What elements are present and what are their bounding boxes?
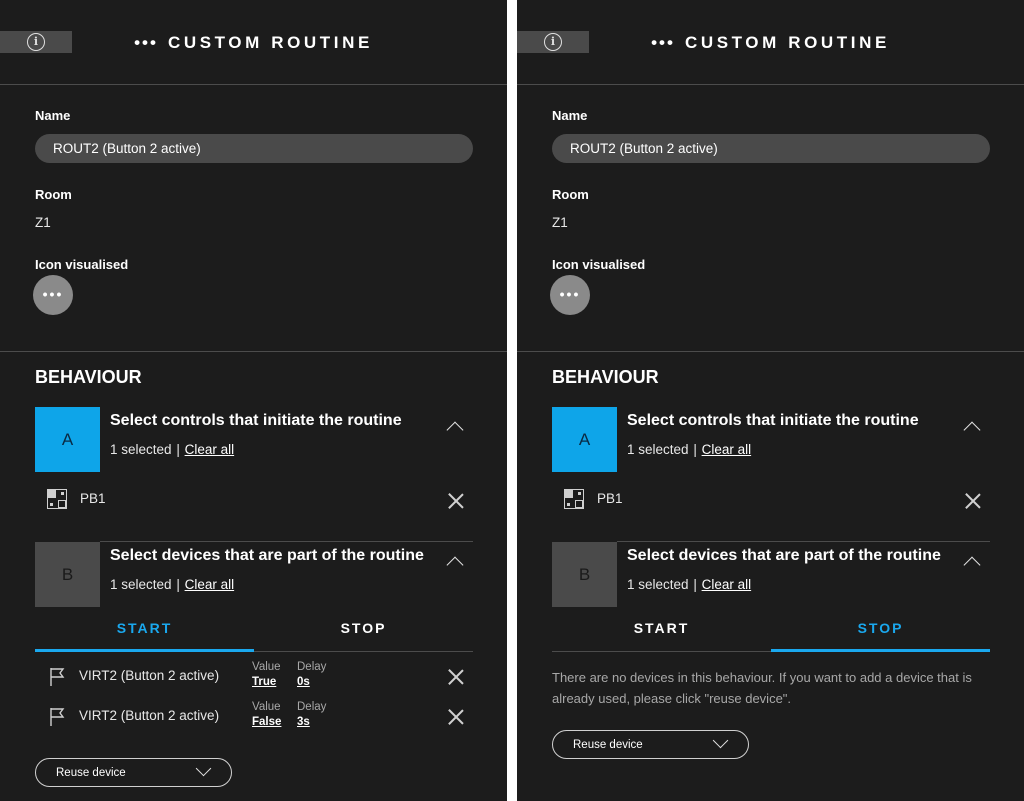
remove-device-button[interactable]	[448, 669, 464, 685]
pushbutton-icon	[564, 489, 584, 509]
page-title: ••• CUSTOM ROUTINE	[517, 33, 1024, 53]
separator: |	[176, 442, 180, 457]
icon-visualised-label: Icon visualised	[552, 257, 646, 272]
divider	[0, 84, 507, 85]
name-label: Name	[35, 108, 71, 123]
separator: |	[176, 577, 180, 592]
reuse-device-label: Reuse device	[573, 738, 643, 751]
chevron-up-icon[interactable]	[963, 556, 981, 574]
divider	[100, 541, 473, 542]
page-title-text: CUSTOM ROUTINE	[167, 33, 373, 52]
chevron-up-icon[interactable]	[446, 556, 464, 574]
name-label: Name	[552, 108, 588, 123]
divider	[617, 541, 990, 542]
tab-stop[interactable]: STOP	[254, 620, 473, 636]
section-b-status: 1 selected | Clear all	[110, 577, 234, 592]
remove-control-button[interactable]	[965, 493, 981, 509]
routine-panel-stop: i •••CUSTOM ROUTINE Name Room Z1 Icon vi…	[517, 0, 1024, 801]
name-input[interactable]	[35, 134, 473, 163]
divider	[0, 351, 507, 352]
separator: |	[693, 577, 697, 592]
section-a-title: Select controls that initiate the routin…	[110, 412, 402, 429]
separator: |	[693, 442, 697, 457]
behaviour-heading: BEHAVIOUR	[35, 367, 142, 387]
tab-start[interactable]: START	[35, 620, 254, 636]
page-title-text: CUSTOM ROUTINE	[684, 33, 890, 52]
device-name: VIRT2 (Button 2 active)	[79, 708, 220, 723]
room-value: Z1	[552, 215, 568, 230]
selected-count: 1 selected	[627, 577, 689, 592]
more-dots-icon[interactable]: •••	[134, 33, 158, 52]
active-tab-indicator	[771, 649, 990, 652]
chevron-down-icon	[195, 760, 212, 777]
remove-control-button[interactable]	[448, 493, 464, 509]
tab-stop[interactable]: STOP	[771, 620, 990, 636]
section-a-badge: A	[35, 407, 100, 472]
section-b-status: 1 selected | Clear all	[627, 577, 751, 592]
section-b-title: Select devices that are part of the rout…	[627, 547, 941, 564]
icon-visualised-label: Icon visualised	[35, 257, 129, 272]
chevron-up-icon[interactable]	[446, 421, 464, 439]
section-b-badge: B	[552, 542, 617, 607]
chevron-down-icon	[712, 732, 729, 749]
value-link[interactable]: False	[252, 716, 281, 728]
control-item-label: PB1	[80, 491, 106, 506]
icon-picker-button[interactable]: •••	[33, 275, 73, 315]
clear-all-link[interactable]: Clear all	[185, 577, 235, 592]
icon-picker-button[interactable]: •••	[550, 275, 590, 315]
selected-count: 1 selected	[627, 442, 689, 457]
remove-device-button[interactable]	[448, 709, 464, 725]
value-link[interactable]: True	[252, 676, 276, 688]
room-value: Z1	[35, 215, 51, 230]
section-b-title: Select devices that are part of the rout…	[110, 547, 424, 564]
behaviour-heading: BEHAVIOUR	[552, 367, 659, 387]
room-label: Room	[35, 187, 72, 202]
delay-label: Delay	[297, 701, 327, 713]
room-label: Room	[552, 187, 589, 202]
section-a-status: 1 selected | Clear all	[627, 442, 751, 457]
divider	[517, 84, 1024, 85]
divider	[517, 351, 1024, 352]
delay-link[interactable]: 3s	[297, 716, 310, 728]
value-label: Value	[252, 701, 281, 713]
value-label: Value	[252, 661, 281, 673]
more-dots-icon[interactable]: •••	[651, 33, 675, 52]
reuse-device-dropdown[interactable]: Reuse device	[552, 730, 749, 759]
routine-panel-start: i •••CUSTOM ROUTINE Name Room Z1 Icon vi…	[0, 0, 507, 801]
delay-link[interactable]: 0s	[297, 676, 310, 688]
clear-all-link[interactable]: Clear all	[702, 577, 752, 592]
device-name: VIRT2 (Button 2 active)	[79, 668, 220, 683]
reuse-device-label: Reuse device	[56, 766, 126, 779]
page-title: ••• CUSTOM ROUTINE	[0, 33, 507, 53]
selected-count: 1 selected	[110, 442, 172, 457]
clear-all-link[interactable]: Clear all	[185, 442, 235, 457]
empty-devices-message: There are no devices in this behaviour. …	[552, 670, 972, 706]
section-a-status: 1 selected | Clear all	[110, 442, 234, 457]
delay-label: Delay	[297, 661, 327, 673]
reuse-device-dropdown[interactable]: Reuse device	[35, 758, 232, 787]
section-b-badge: B	[35, 542, 100, 607]
flag-icon	[50, 668, 65, 686]
chevron-up-icon[interactable]	[963, 421, 981, 439]
section-a-title: Select controls that initiate the routin…	[627, 412, 919, 429]
tab-start[interactable]: START	[552, 620, 771, 636]
active-tab-indicator	[35, 649, 254, 652]
pushbutton-icon	[47, 489, 67, 509]
selected-count: 1 selected	[110, 577, 172, 592]
section-a-badge: A	[552, 407, 617, 472]
name-input[interactable]	[552, 134, 990, 163]
clear-all-link[interactable]: Clear all	[702, 442, 752, 457]
control-item-label: PB1	[597, 491, 623, 506]
flag-icon	[50, 708, 65, 726]
